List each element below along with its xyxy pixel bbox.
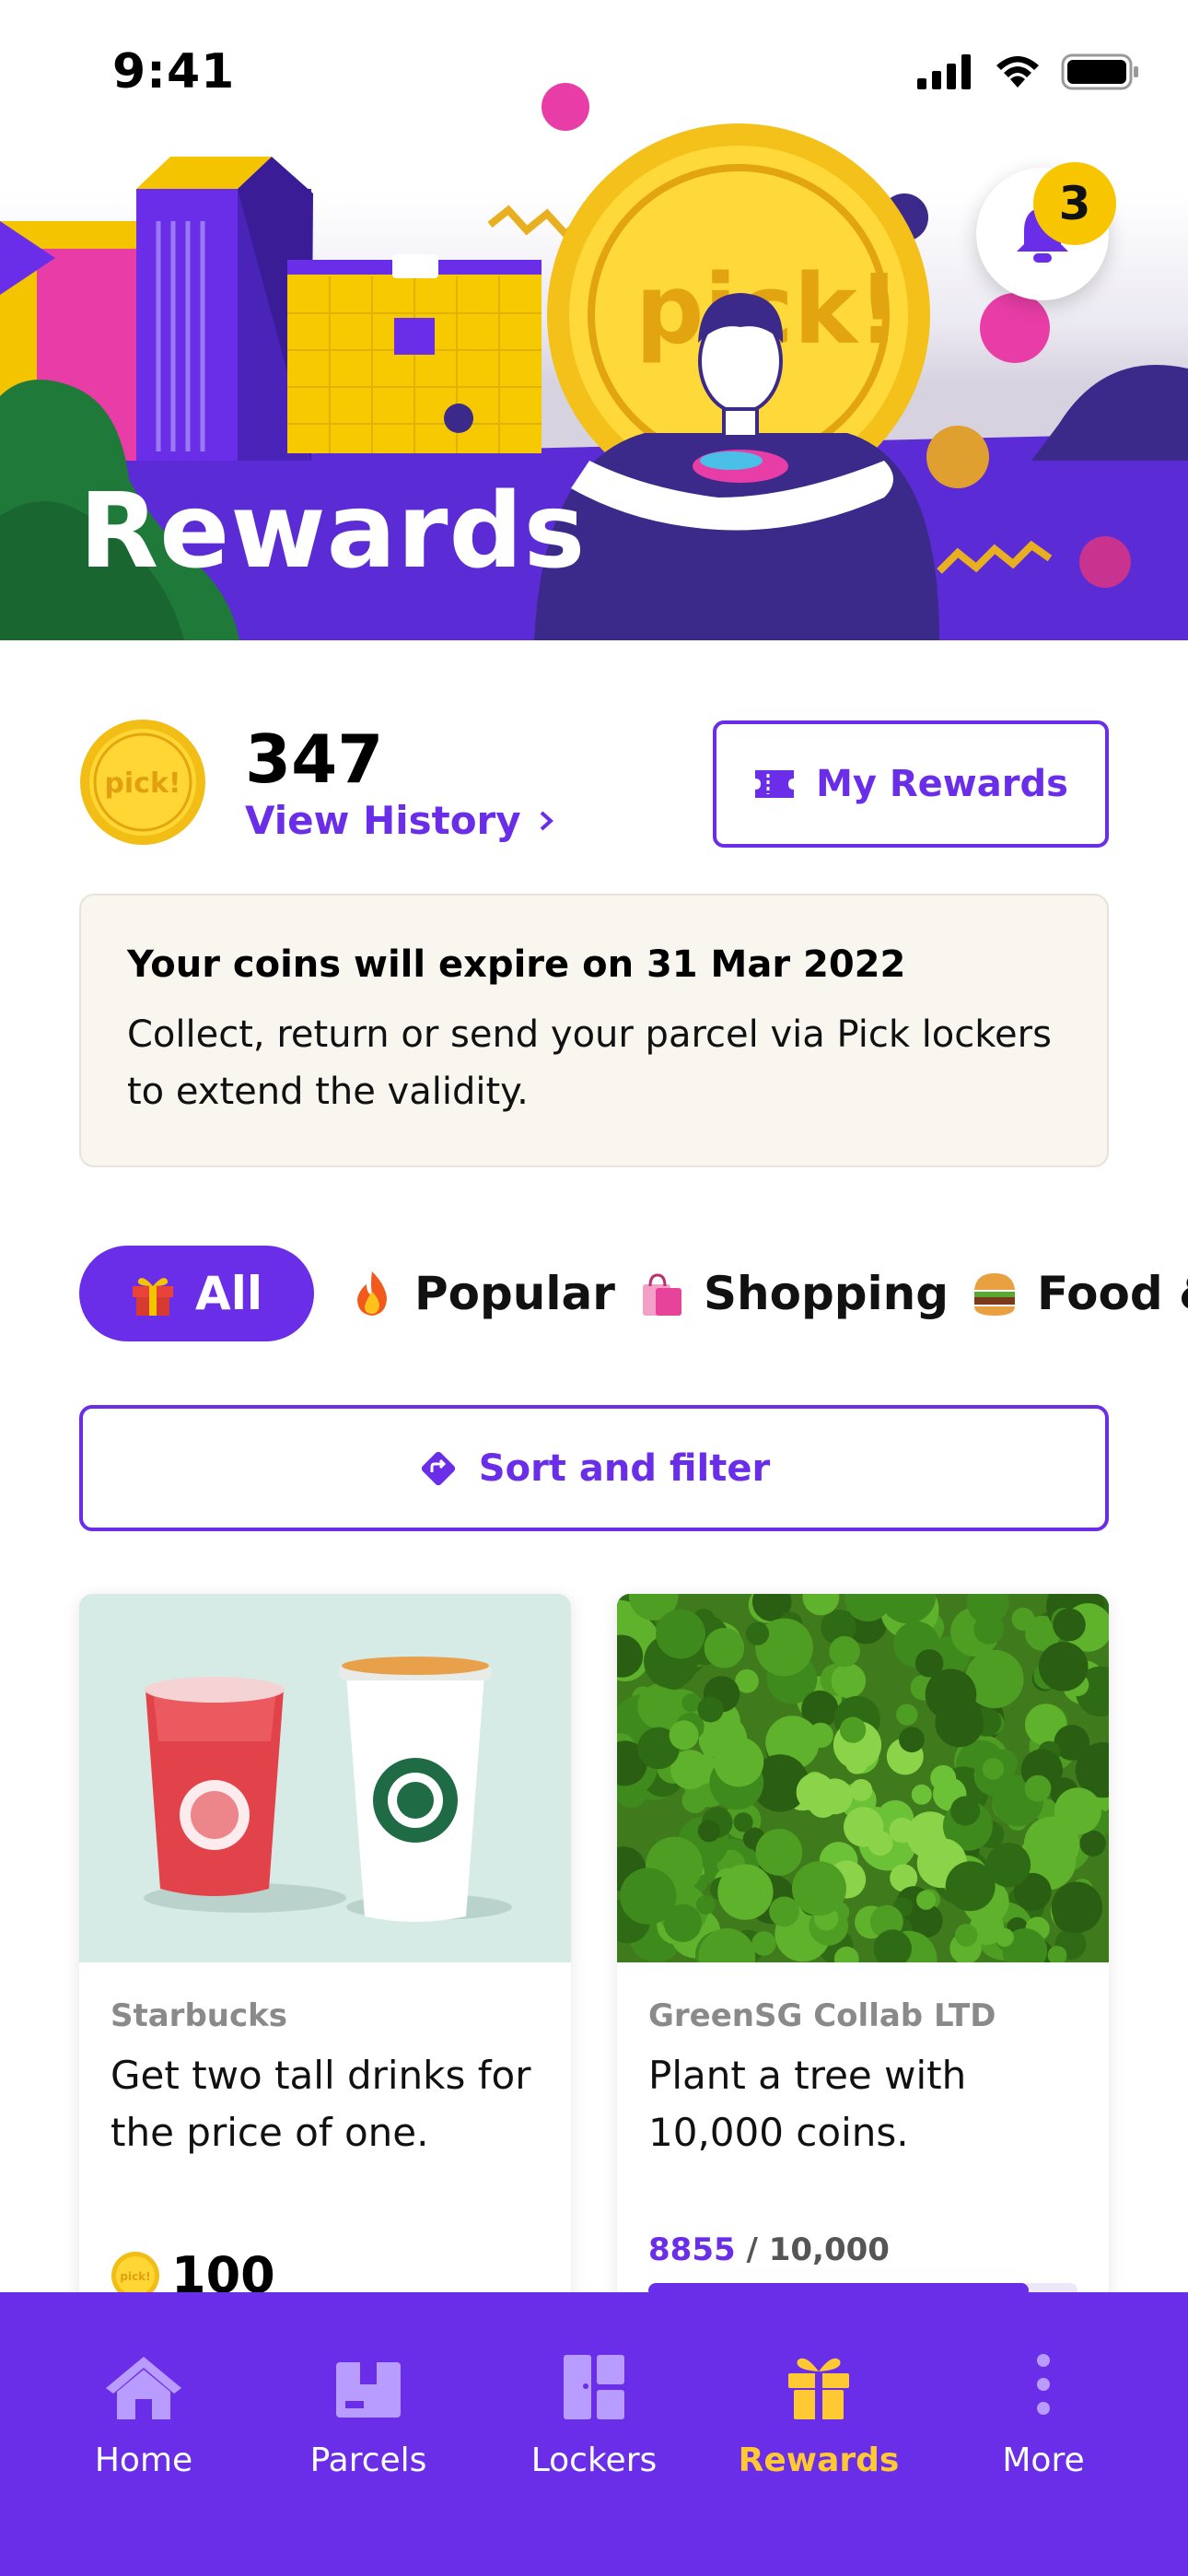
chip-food[interactable]: Food &	[971, 1246, 1188, 1341]
nav-more[interactable]: More	[931, 2349, 1156, 2479]
status-time: 9:41	[112, 44, 236, 100]
my-rewards-label: My Rewards	[816, 763, 1068, 805]
reward-description: Plant a tree with 10,000 coins.	[648, 2053, 967, 2155]
forest-aerial-image	[617, 1594, 1109, 1962]
category-filter: All Popular Shopping Food &	[79, 1246, 1188, 1341]
starbucks-drinks-image	[79, 1594, 571, 1962]
reward-card-starbucks[interactable]: Starbucks Get two tall drinks for the pr…	[79, 1594, 571, 2331]
chip-shopping-label: Shopping	[704, 1267, 949, 1320]
coin-icon: pick!	[80, 720, 205, 845]
reward-description: Get two tall drinks for the price of one…	[111, 2053, 531, 2155]
chip-food-label: Food &	[1037, 1267, 1188, 1320]
notice-body: Collect, return or send your parcel via …	[127, 1013, 1052, 1113]
chip-popular-label: Popular	[414, 1267, 615, 1320]
coin-balance: 347	[245, 720, 384, 798]
nav-rewards[interactable]: Rewards	[706, 2349, 931, 2479]
bottom-navigation: Home Parcels Lockers Rewards More	[0, 2292, 1188, 2576]
reward-brand: GreenSG Collab LTD	[648, 1997, 996, 2034]
nav-home[interactable]: Home	[31, 2349, 256, 2479]
home-icon	[106, 2357, 181, 2419]
view-history-label: View History	[245, 798, 521, 843]
nav-lockers[interactable]: Lockers	[482, 2349, 706, 2479]
battery-icon	[1061, 53, 1138, 90]
notification-badge: 3	[1033, 162, 1116, 245]
progress-total: / 10,000	[746, 2231, 890, 2268]
sort-diamond-icon	[421, 1451, 455, 1485]
gift-emoji-icon	[133, 1278, 173, 1316]
nav-lockers-label: Lockers	[530, 2441, 658, 2479]
status-icons	[917, 53, 1140, 90]
chevron-right-icon	[540, 811, 553, 830]
chip-all[interactable]: All	[79, 1246, 314, 1341]
reward-brand: Starbucks	[111, 1997, 287, 2034]
progress-current: 8855	[648, 2231, 736, 2268]
sort-filter-button[interactable]: Sort and filter	[79, 1405, 1109, 1531]
view-history-link[interactable]: View History	[245, 798, 554, 843]
wifi-icon	[996, 56, 1039, 88]
nav-home-label: Home	[94, 2441, 193, 2479]
coin-icon-text: pick!	[104, 767, 181, 800]
gift-icon	[788, 2358, 849, 2419]
coin-icon-text: pick!	[120, 2270, 150, 2283]
coin-summary: pick! 347 View History My Rewards	[79, 719, 1109, 848]
notice-title: Your coins will expire on 31 Mar 2022	[127, 943, 906, 986]
sort-filter-label: Sort and filter	[478, 1446, 771, 1490]
chip-shopping[interactable]: Shopping	[637, 1246, 949, 1341]
nav-parcels[interactable]: Parcels	[256, 2349, 481, 2479]
reward-progress-text: 8855 / 10,000	[648, 2231, 890, 2268]
ticket-icon	[755, 770, 795, 798]
more-vertical-icon	[1037, 2354, 1050, 2415]
reward-card-greensg[interactable]: GreenSG Collab LTD Plant a tree with 10,…	[617, 1594, 1109, 2331]
signal-icon	[917, 54, 971, 89]
chip-popular[interactable]: Popular	[348, 1246, 615, 1341]
fire-emoji-icon	[357, 1271, 387, 1316]
chip-all-label: All	[195, 1267, 262, 1320]
locker-icon	[564, 2355, 624, 2419]
expiry-notice: Your coins will expire on 31 Mar 2022 Co…	[79, 894, 1109, 1167]
nav-more-label: More	[1002, 2441, 1085, 2479]
nav-rewards-label: Rewards	[738, 2441, 900, 2479]
nav-parcels-label: Parcels	[309, 2441, 427, 2479]
my-rewards-button[interactable]: My Rewards	[713, 720, 1109, 848]
shopping-bags-emoji-icon	[643, 1273, 681, 1316]
status-bar: 9:41	[0, 0, 1188, 138]
burger-emoji-icon	[974, 1273, 1015, 1316]
page-title: Rewards	[79, 472, 587, 591]
parcel-icon	[336, 2362, 401, 2418]
